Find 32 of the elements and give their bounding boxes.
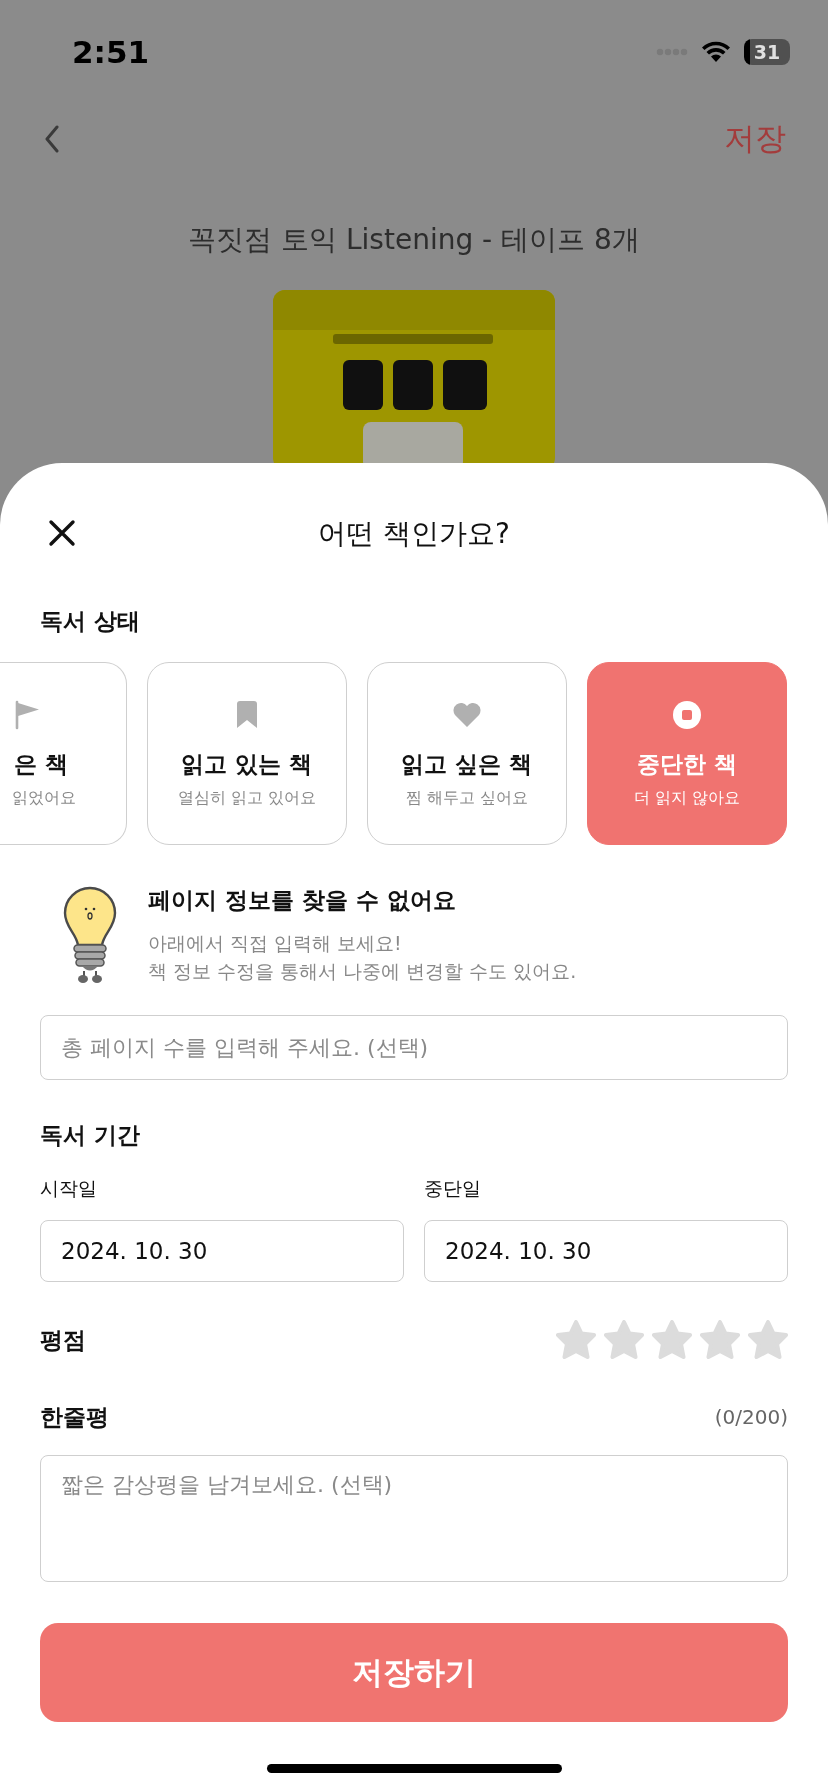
close-icon <box>48 519 76 547</box>
section-label: 독서 기간 <box>40 1121 141 1150</box>
star-icon[interactable] <box>556 1320 596 1360</box>
notice-text: 책 정보 수정을 통해서 나중에 변경할 수도 있어요. <box>148 959 577 984</box>
status-option[interactable]: 은 책 읽었어요 <box>0 662 127 845</box>
wifi-icon <box>700 40 732 64</box>
date-field[interactable]: 2024. 10. 30 <box>40 1220 404 1282</box>
status-option[interactable]: 읽고 싶은 책 찜 해두고 싶어요 <box>367 662 567 845</box>
section-label: 한줄평 <box>40 1403 109 1432</box>
status-time: 2:51 <box>72 34 150 70</box>
notice-text: 아래에서 직접 입력해 보세요! <box>148 931 403 956</box>
status-option[interactable]: 읽고 있는 책 열심히 읽고 있어요 <box>147 662 347 845</box>
battery-icon: 31 <box>744 39 790 65</box>
stop-icon <box>671 699 703 731</box>
star-icon[interactable] <box>700 1320 740 1360</box>
book-title: 꼭짓점 토익 Listening - 테이프 8개 <box>187 222 641 258</box>
date-field[interactable]: 2024. 10. 30 <box>424 1220 788 1282</box>
page-count-field[interactable]: 총 페이지 수를 입력해 주세요. (선택) <box>40 1015 788 1080</box>
section-label: 독서 상태 <box>40 607 141 636</box>
chevron-left-icon <box>44 125 60 153</box>
review-field[interactable]: 짧은 감상평을 남겨보세요. (선택) <box>40 1455 788 1582</box>
star-rating[interactable] <box>556 1320 788 1360</box>
sheet-title: 어떤 책인가요? <box>318 516 510 552</box>
notice-title: 페이지 정보를 찾을 수 없어요 <box>148 886 458 915</box>
star-icon[interactable] <box>604 1320 644 1360</box>
star-icon[interactable] <box>652 1320 692 1360</box>
field-label: 중단일 <box>424 1176 482 1201</box>
section-label: 평점 <box>40 1326 86 1355</box>
field-label: 시작일 <box>40 1176 98 1201</box>
star-icon[interactable] <box>748 1320 788 1360</box>
character-count: (0/200) <box>714 1405 788 1429</box>
close-button[interactable] <box>48 519 76 547</box>
